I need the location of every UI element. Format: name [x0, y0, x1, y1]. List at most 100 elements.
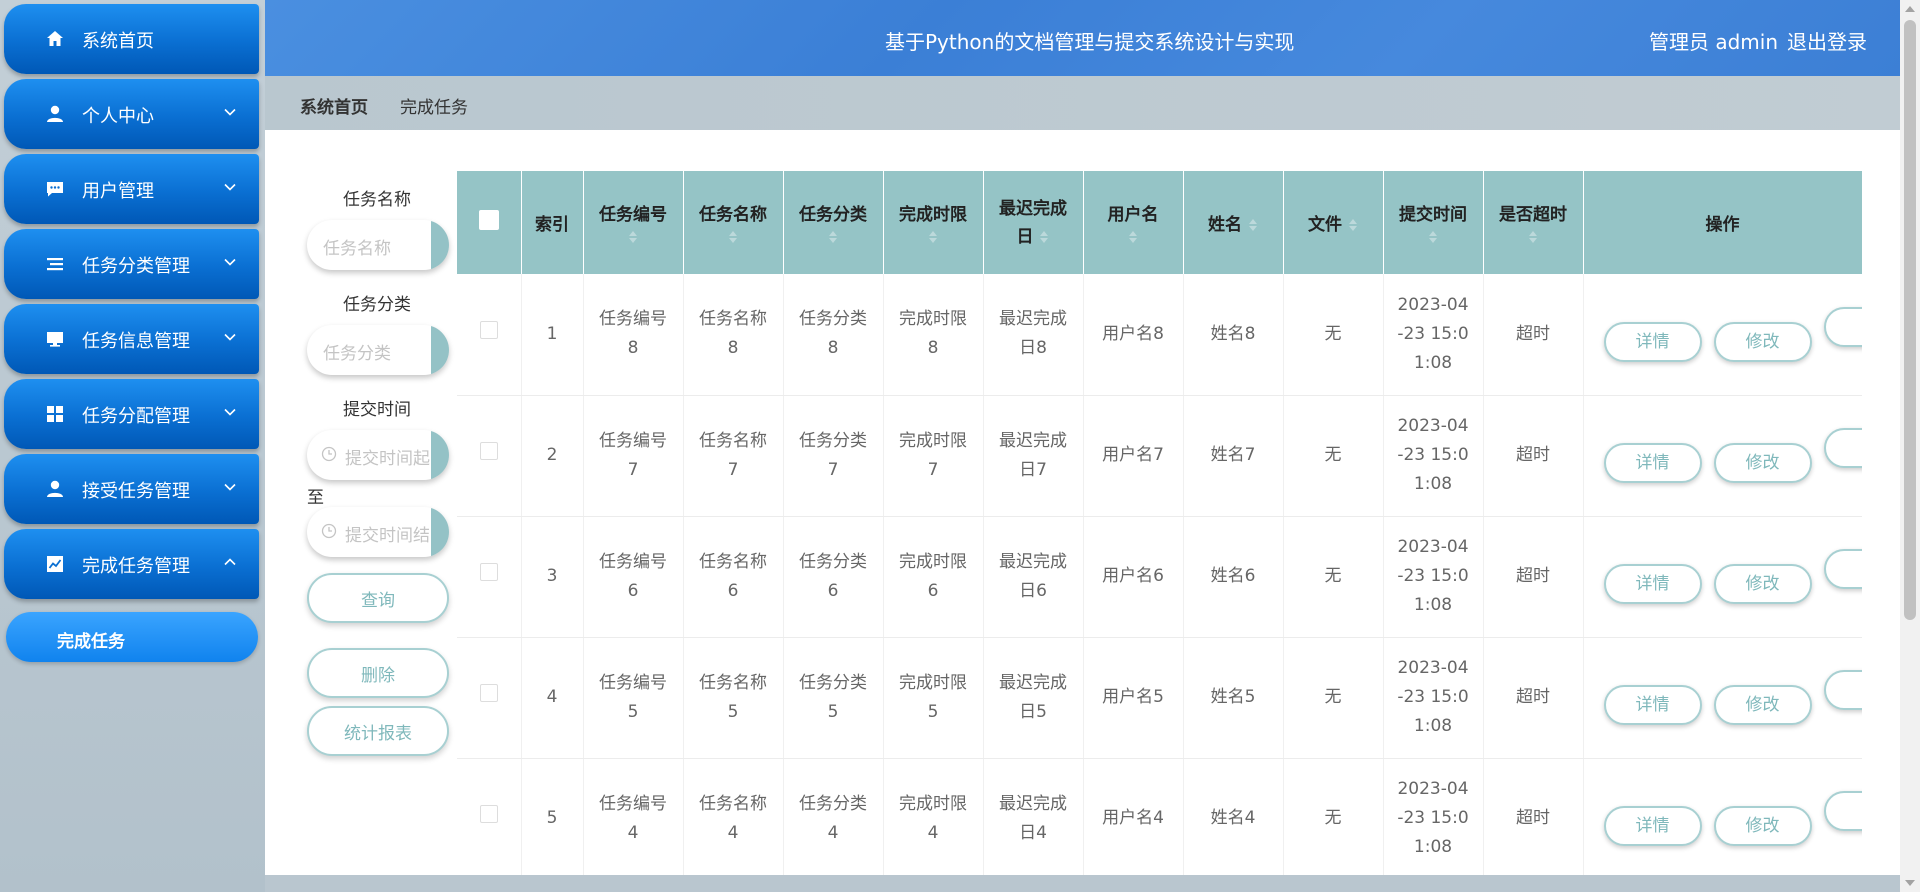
- chat-icon: [44, 178, 66, 200]
- cell-line: 任务编号: [599, 793, 667, 814]
- sort-icon[interactable]: [928, 229, 938, 245]
- col-latest-date[interactable]: 最迟完成日: [983, 171, 1084, 274]
- detail-button[interactable]: 详情: [1603, 564, 1702, 604]
- edit-button[interactable]: 修改: [1713, 321, 1812, 362]
- cell-line: 任务分类: [799, 551, 867, 572]
- sidebar-item-label: 任务信息管理: [82, 331, 190, 352]
- select-all-checkbox[interactable]: [478, 210, 499, 230]
- sort-icon[interactable]: [1428, 229, 1438, 245]
- sort-icon[interactable]: [728, 229, 738, 245]
- sidebar-item-task-assignment[interactable]: 任务分配管理: [4, 379, 259, 449]
- query-button[interactable]: 查询: [307, 573, 449, 623]
- sidebar-item-label: 系统首页: [82, 31, 154, 52]
- more-button[interactable]: [1823, 428, 1862, 468]
- report-button[interactable]: 统计报表: [307, 706, 449, 756]
- col-file[interactable]: 文件: [1283, 171, 1384, 274]
- sidebar-item-label: 完成任务管理: [82, 556, 190, 577]
- sort-icon[interactable]: [828, 229, 838, 245]
- row-checkbox[interactable]: [479, 805, 498, 823]
- cell-line: 1:08: [1413, 474, 1453, 494]
- row-checkbox[interactable]: [479, 684, 498, 702]
- sidebar-item-home[interactable]: 系统首页: [4, 4, 259, 74]
- cell-line: 最迟完成: [999, 793, 1067, 814]
- row-checkbox[interactable]: [479, 442, 498, 460]
- cell-ops: 详情 修改: [1583, 274, 1862, 396]
- cell-line: 7: [827, 459, 839, 480]
- submit-time-start-input[interactable]: 提交时间起: [307, 430, 449, 480]
- more-button[interactable]: [1823, 670, 1862, 710]
- col-name[interactable]: 姓名: [1183, 171, 1284, 274]
- col-task-name[interactable]: 任务名称: [683, 171, 784, 274]
- more-button[interactable]: [1823, 306, 1862, 347]
- cell-line: 5: [927, 701, 939, 722]
- cell-name: 姓名4: [1183, 758, 1284, 875]
- submit-time-end-input[interactable]: 提交时间结: [307, 507, 449, 557]
- col-label: 任务名称: [699, 204, 767, 225]
- top-header: 基于Python的文档管理与提交系统设计与实现 管理员 admin 退出登录: [265, 0, 1900, 76]
- col-task-category[interactable]: 任务分类: [783, 171, 884, 274]
- col-time-limit[interactable]: 完成时限: [883, 171, 984, 274]
- cell-time-limit: 完成时限 5: [883, 637, 984, 759]
- cell-username: 用户名8: [1083, 274, 1184, 396]
- delete-button[interactable]: 删除: [307, 648, 449, 698]
- select-all-cell: [457, 171, 522, 274]
- sidebar-subitem-complete-task[interactable]: 完成任务: [6, 612, 258, 662]
- task-name-placeholder: 任务名称: [323, 239, 391, 259]
- sort-icon[interactable]: [1128, 229, 1138, 245]
- detail-button[interactable]: 详情: [1603, 685, 1702, 725]
- sort-icon[interactable]: [1348, 217, 1358, 233]
- detail-button[interactable]: 详情: [1603, 321, 1702, 362]
- scroll-down-arrow[interactable]: [1905, 880, 1915, 886]
- cell-line: 1:08: [1413, 716, 1453, 736]
- cell-line: 7: [927, 459, 939, 480]
- sort-icon[interactable]: [1039, 229, 1049, 245]
- detail-button[interactable]: 详情: [1603, 806, 1702, 846]
- cell-task-name: 任务名称 7: [683, 395, 784, 517]
- cell-line: 6: [927, 580, 939, 601]
- sort-icon[interactable]: [628, 229, 638, 245]
- row-checkbox[interactable]: [479, 563, 498, 581]
- edit-button[interactable]: 修改: [1713, 685, 1812, 725]
- cell-index: 2: [521, 395, 584, 517]
- submit-time-label: 提交时间: [343, 400, 411, 420]
- scrollbar-thumb[interactable]: [1904, 20, 1916, 620]
- cell-line: 5: [727, 701, 739, 722]
- more-button[interactable]: [1823, 549, 1862, 589]
- sidebar-item-label: 用户管理: [82, 181, 154, 202]
- edit-button[interactable]: 修改: [1713, 443, 1812, 483]
- breadcrumb-home[interactable]: 系统首页: [300, 93, 368, 118]
- more-button[interactable]: [1823, 791, 1862, 831]
- cell-line: 日6: [1019, 580, 1047, 601]
- sidebar-item-personal-center[interactable]: 个人中心: [4, 79, 259, 149]
- task-category-input[interactable]: 任务分类: [307, 325, 449, 375]
- col-task-no[interactable]: 任务编号: [583, 171, 684, 274]
- sidebar-item-complete-task-management[interactable]: 完成任务管理: [4, 529, 259, 599]
- edit-button[interactable]: 修改: [1713, 806, 1812, 846]
- cell-line: 5: [627, 701, 639, 722]
- row-checkbox[interactable]: [479, 320, 498, 339]
- cell-line: 任务分类: [799, 430, 867, 451]
- page-scrollbar[interactable]: [1900, 0, 1920, 892]
- scroll-up-arrow[interactable]: [1905, 6, 1915, 12]
- cell-line: 任务编号: [599, 309, 667, 330]
- sidebar-item-task-info[interactable]: 任务信息管理: [4, 304, 259, 374]
- task-name-input[interactable]: 任务名称: [307, 220, 449, 270]
- detail-button[interactable]: 详情: [1603, 443, 1702, 483]
- col-overdue[interactable]: 是否超时: [1483, 171, 1584, 274]
- table-row: 1 任务编号 8 任务名称 8 任务分类 8 完成时限 8 最迟完成 日8 用户名8 姓名…: [457, 274, 1862, 396]
- sidebar-item-task-category[interactable]: 任务分类管理: [4, 229, 259, 299]
- edit-button[interactable]: 修改: [1713, 564, 1812, 604]
- cell-file: 无: [1283, 758, 1384, 875]
- cell-task-category: 任务分类 4: [783, 758, 884, 875]
- logout-link[interactable]: 退出登录: [1787, 26, 1867, 55]
- col-label: 任务分类: [799, 204, 867, 225]
- col-submit-time[interactable]: 提交时间: [1383, 171, 1484, 274]
- col-username[interactable]: 用户名: [1083, 171, 1184, 274]
- clock-icon: [321, 446, 337, 462]
- cell-line: 任务编号: [599, 551, 667, 572]
- cell-task-category: 任务分类 5: [783, 637, 884, 759]
- sort-icon[interactable]: [1248, 217, 1258, 233]
- sort-icon[interactable]: [1528, 229, 1538, 245]
- sidebar-item-accept-task[interactable]: 接受任务管理: [4, 454, 259, 524]
- sidebar-item-user-management[interactable]: 用户管理: [4, 154, 259, 224]
